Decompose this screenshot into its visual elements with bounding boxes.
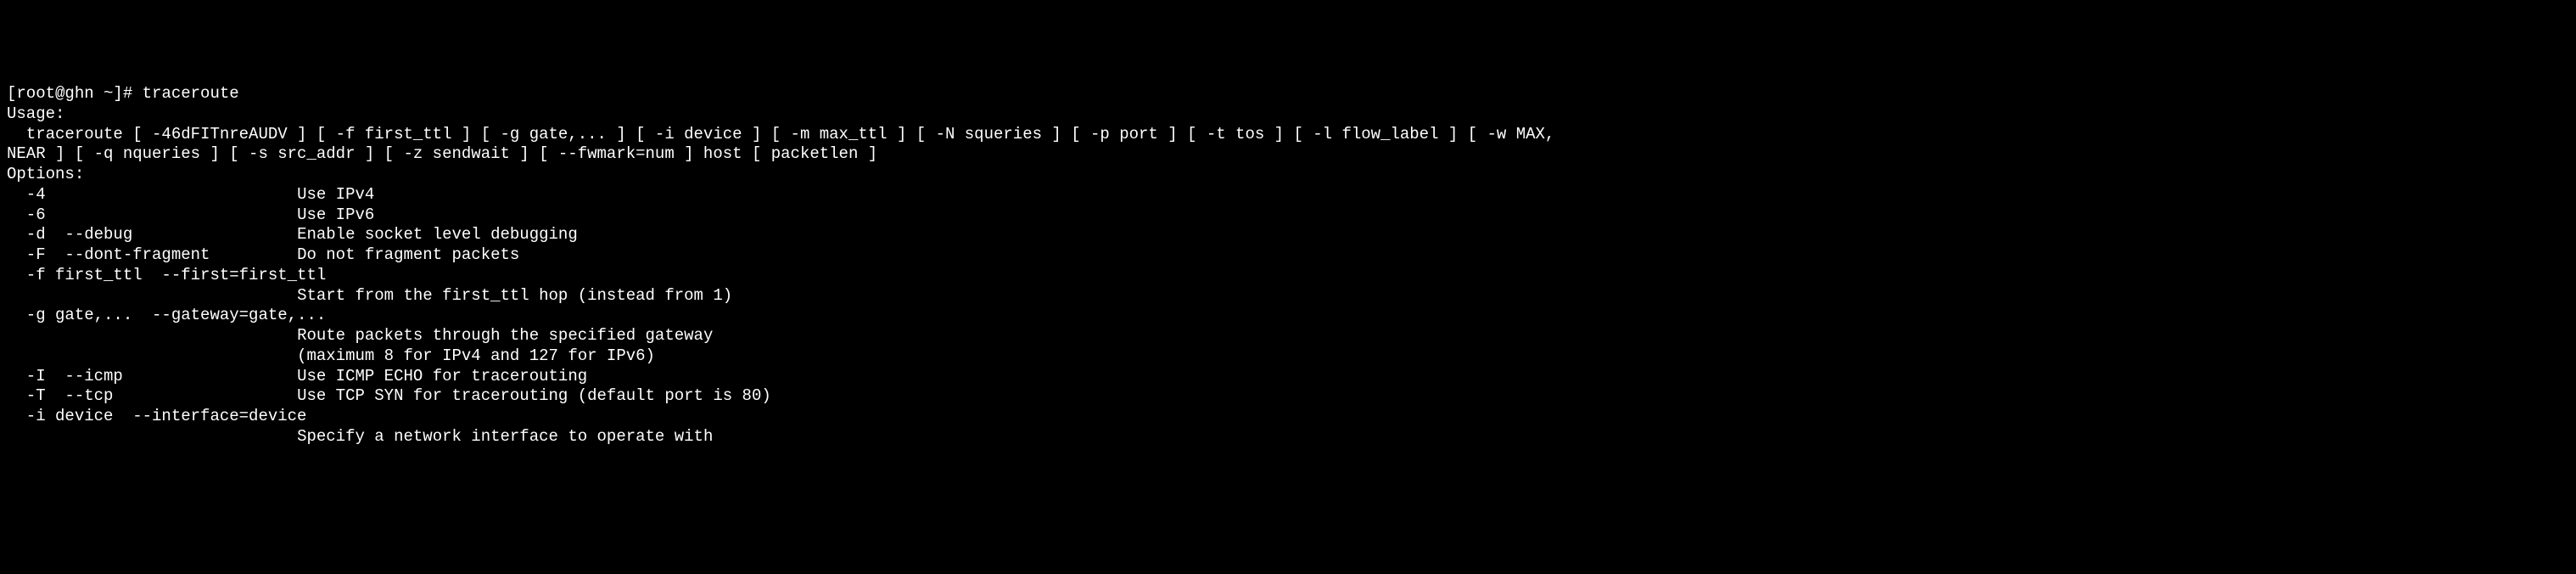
prompt-line: [root@ghn ~]# traceroute — [7, 84, 239, 103]
option-row: Specify a network interface to operate w… — [7, 427, 713, 446]
option-row: -I --icmp Use ICMP ECHO for tracerouting — [7, 367, 587, 385]
option-flags — [7, 286, 297, 305]
option-desc: Enable socket level debugging — [297, 225, 578, 244]
option-flags: -I --icmp — [7, 367, 297, 385]
option-flags: -i device --interface=device — [7, 407, 306, 425]
option-desc: Use TCP SYN for tracerouting (default po… — [297, 386, 771, 405]
option-row: Start from the first_ttl hop (instead fr… — [7, 286, 732, 305]
option-desc: Route packets through the specified gate… — [297, 326, 713, 345]
option-flags: -4 — [7, 185, 297, 204]
option-flags: -f first_ttl --first=first_ttl — [7, 266, 326, 284]
option-flags: -g gate,... --gateway=gate,... — [7, 306, 326, 324]
option-desc: Start from the first_ttl hop (instead fr… — [297, 286, 732, 305]
option-desc: Use IPv4 — [297, 185, 374, 204]
option-flags — [7, 427, 297, 446]
option-row: -6 Use IPv6 — [7, 205, 374, 224]
option-flags: -F --dont-fragment — [7, 245, 297, 264]
option-row: (maximum 8 for IPv4 and 127 for IPv6) — [7, 346, 655, 365]
option-desc: Use ICMP ECHO for tracerouting — [297, 367, 587, 385]
option-row: -f first_ttl --first=first_ttl — [7, 266, 326, 284]
usage-syntax-line2: NEAR ] [ -q nqueries ] [ -s src_addr ] [… — [7, 144, 877, 163]
option-desc: Do not fragment packets — [297, 245, 519, 264]
usage-syntax-line1: traceroute [ -46dFITnreAUDV ] [ -f first… — [7, 125, 1554, 144]
option-row: -F --dont-fragment Do not fragment packe… — [7, 245, 519, 264]
option-desc: Specify a network interface to operate w… — [297, 427, 713, 446]
option-row: Route packets through the specified gate… — [7, 326, 713, 345]
shell-prompt: [root@ghn ~]# — [7, 84, 143, 103]
command-entered: traceroute — [143, 84, 239, 103]
option-row: -i device --interface=device — [7, 407, 306, 425]
option-desc: Use IPv6 — [297, 205, 374, 224]
option-row: -g gate,... --gateway=gate,... — [7, 306, 326, 324]
options-header: Options: — [7, 165, 84, 183]
option-flags: -6 — [7, 205, 297, 224]
option-row: -4 Use IPv4 — [7, 185, 374, 204]
usage-header: Usage: — [7, 104, 64, 123]
terminal-output: [root@ghn ~]# traceroute Usage: tracerou… — [7, 84, 2569, 447]
option-flags: -d --debug — [7, 225, 297, 244]
option-row: -d --debug Enable socket level debugging — [7, 225, 578, 244]
option-row: -T --tcp Use TCP SYN for tracerouting (d… — [7, 386, 771, 405]
option-desc: (maximum 8 for IPv4 and 127 for IPv6) — [297, 346, 655, 365]
option-flags — [7, 346, 297, 365]
option-flags — [7, 326, 297, 345]
option-flags: -T --tcp — [7, 386, 297, 405]
